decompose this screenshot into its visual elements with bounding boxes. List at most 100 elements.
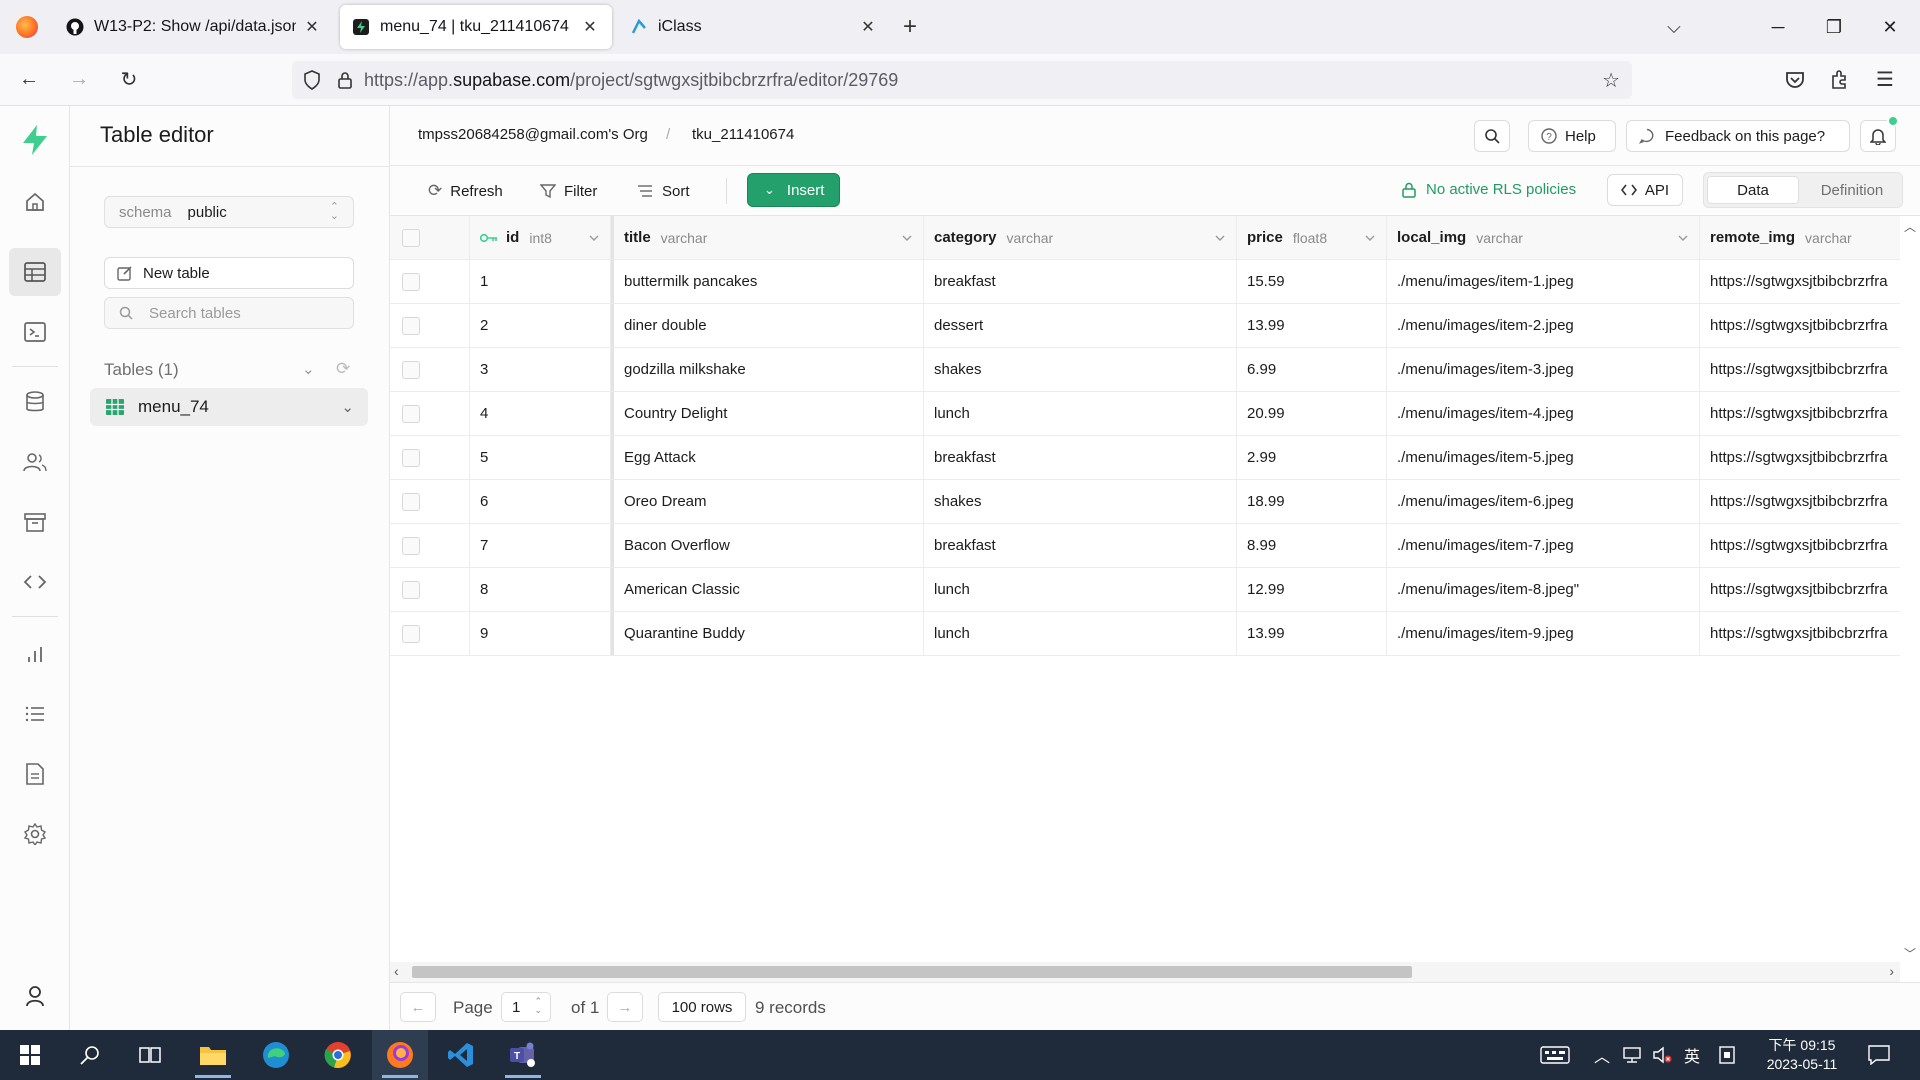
row-checkbox-cell[interactable] [390,524,470,567]
stepper-icon[interactable]: ⌃ ⌄ [534,997,542,1015]
tab-definition[interactable]: Definition [1804,176,1900,204]
cell-category[interactable]: shakes [924,348,1237,391]
select-all-checkbox[interactable] [402,228,420,247]
row-checkbox-cell[interactable] [390,568,470,611]
cell-price[interactable]: 12.99 [1237,568,1387,611]
cell-local-img[interactable]: ./menu/images/item-9.jpeg [1387,612,1700,655]
scroll-down-icon[interactable]: ﹀ [1904,945,1916,962]
edge-functions-code-icon[interactable] [9,558,61,606]
column-header-id[interactable]: id int8 [470,216,611,259]
cell-id[interactable]: 1 [470,260,611,303]
cell-remote-img[interactable]: https://sgtwgxsjtbibcbrzrfra [1700,524,1900,567]
breadcrumb-project[interactable]: tku_211410674 [692,126,794,143]
table-row[interactable]: 7 Bacon Overflow breakfast 8.99 ./menu/image… [390,524,1900,568]
browser-tab-iclass[interactable]: iClass ✕ [618,5,890,49]
cell-id[interactable]: 4 [470,392,611,435]
cell-title[interactable]: diner double [611,304,924,347]
cell-price[interactable]: 18.99 [1237,480,1387,523]
cell-local-img[interactable]: ./menu/images/item-1.jpeg [1387,260,1700,303]
chevron-down-icon[interactable] [901,231,913,248]
feedback-button[interactable]: Feedback on this page? [1626,120,1850,152]
back-icon[interactable]: ← [8,59,50,101]
teams-icon[interactable]: T [495,1030,551,1080]
cell-id[interactable]: 9 [470,612,611,655]
scroll-up-icon[interactable]: ︿ [1904,218,1916,235]
tab-data[interactable]: Data [1707,176,1799,204]
firefox-icon[interactable] [0,0,54,54]
cell-id[interactable]: 3 [470,348,611,391]
row-checkbox[interactable] [402,580,420,599]
cell-local-img[interactable]: ./menu/images/item-4.jpeg [1387,392,1700,435]
close-tab-icon[interactable]: ✕ [858,17,878,37]
horizontal-scroll-thumb[interactable] [412,966,1412,978]
settings-gear-icon[interactable] [9,810,61,858]
cell-title[interactable]: American Classic [611,568,924,611]
notifications-button[interactable] [1860,115,1899,152]
cell-title[interactable]: buttermilk pancakes [611,260,924,303]
filter-button[interactable]: Filter [540,176,597,206]
column-header-price[interactable]: price float8 [1237,216,1387,259]
show-hidden-icons-chevron-icon[interactable]: ︿ [1594,1030,1610,1080]
new-tab-button[interactable]: + [890,13,930,41]
clock[interactable]: 下午 09:15 2023-05-11 [1756,1030,1848,1080]
rows-per-page-button[interactable]: 100 rows [658,992,746,1022]
cell-remote-img[interactable]: https://sgtwgxsjtbibcbrzrfra [1700,304,1900,347]
row-checkbox-cell[interactable] [390,612,470,655]
row-checkbox-cell[interactable] [390,304,470,347]
database-icon[interactable] [9,378,61,426]
cell-remote-img[interactable]: https://sgtwgxsjtbibcbrzrfra [1700,260,1900,303]
cell-category[interactable]: lunch [924,392,1237,435]
search-icon[interactable] [62,1030,118,1080]
new-table-button[interactable]: New table [104,257,354,289]
cell-remote-img[interactable]: https://sgtwgxsjtbibcbrzrfra [1700,436,1900,479]
schema-selector[interactable]: schema public ⌃ ⌄ [104,196,354,228]
insert-button[interactable]: ⌄ Insert [747,173,840,207]
task-view-icon[interactable] [122,1030,178,1080]
authentication-users-icon[interactable] [9,438,61,486]
scroll-right-icon[interactable]: › [1889,963,1894,979]
cell-local-img[interactable]: ./menu/images/item-2.jpeg [1387,304,1700,347]
cell-title[interactable]: godzilla milkshake [611,348,924,391]
cell-remote-img[interactable]: https://sgtwgxsjtbibcbrzrfra [1700,392,1900,435]
row-checkbox[interactable] [402,316,420,335]
column-header-remote-img[interactable]: remote_img varchar [1700,216,1900,259]
storage-icon[interactable] [9,498,61,546]
refresh-button[interactable]: ⟳ Refresh [428,176,503,206]
notification-center-icon[interactable] [1868,1030,1890,1080]
extensions-icon[interactable] [1818,59,1860,101]
column-header-title[interactable]: title varchar [611,216,924,259]
page-number-input[interactable]: 1 ⌃ ⌄ [501,992,551,1022]
cell-title[interactable]: Egg Attack [611,436,924,479]
reports-chart-icon[interactable] [9,630,61,678]
select-all-checkbox-cell[interactable] [390,216,470,259]
row-checkbox[interactable] [402,360,420,379]
browser-tab-github[interactable]: W13-P2: Show /api/data.json ✕ [54,5,334,49]
breadcrumb-org[interactable]: tmpss20684258@gmail.com's Org [418,126,648,143]
volume-muted-icon[interactable] [1652,1030,1672,1080]
windows-start-icon[interactable] [2,1030,58,1080]
reload-icon[interactable]: ↻ [108,59,150,101]
prev-page-button[interactable]: ← [400,992,436,1022]
row-checkbox[interactable] [402,272,420,291]
cell-price[interactable]: 13.99 [1237,612,1387,655]
vertical-scrollbar[interactable]: ︿ ﹀ [1900,216,1920,966]
supabase-logo-icon[interactable] [9,116,61,164]
cell-remote-img[interactable]: https://sgtwgxsjtbibcbrzrfra [1700,348,1900,391]
cell-id[interactable]: 7 [470,524,611,567]
chrome-icon[interactable] [310,1030,366,1080]
help-button[interactable]: ? Help [1528,120,1616,152]
table-row[interactable]: 2 diner double dessert 13.99 ./menu/images/i… [390,304,1900,348]
cell-price[interactable]: 20.99 [1237,392,1387,435]
row-checkbox-cell[interactable] [390,348,470,391]
cell-category[interactable]: lunch [924,612,1237,655]
rls-policies-status[interactable]: No active RLS policies [1402,181,1576,198]
scroll-left-icon[interactable]: ‹ [394,963,399,979]
cell-remote-img[interactable]: https://sgtwgxsjtbibcbrzrfra [1700,480,1900,523]
chevron-down-icon[interactable] [1677,231,1689,248]
list-all-tabs-icon[interactable]: ⌵ [1646,0,1702,54]
row-checkbox-cell[interactable] [390,480,470,523]
column-header-category[interactable]: category varchar [924,216,1237,259]
cell-category[interactable]: breakfast [924,260,1237,303]
url-bar[interactable]: https://app.supabase.com/project/sgtwgxs… [292,61,1632,99]
menu-hamburger-icon[interactable]: ☰ [1864,59,1906,101]
